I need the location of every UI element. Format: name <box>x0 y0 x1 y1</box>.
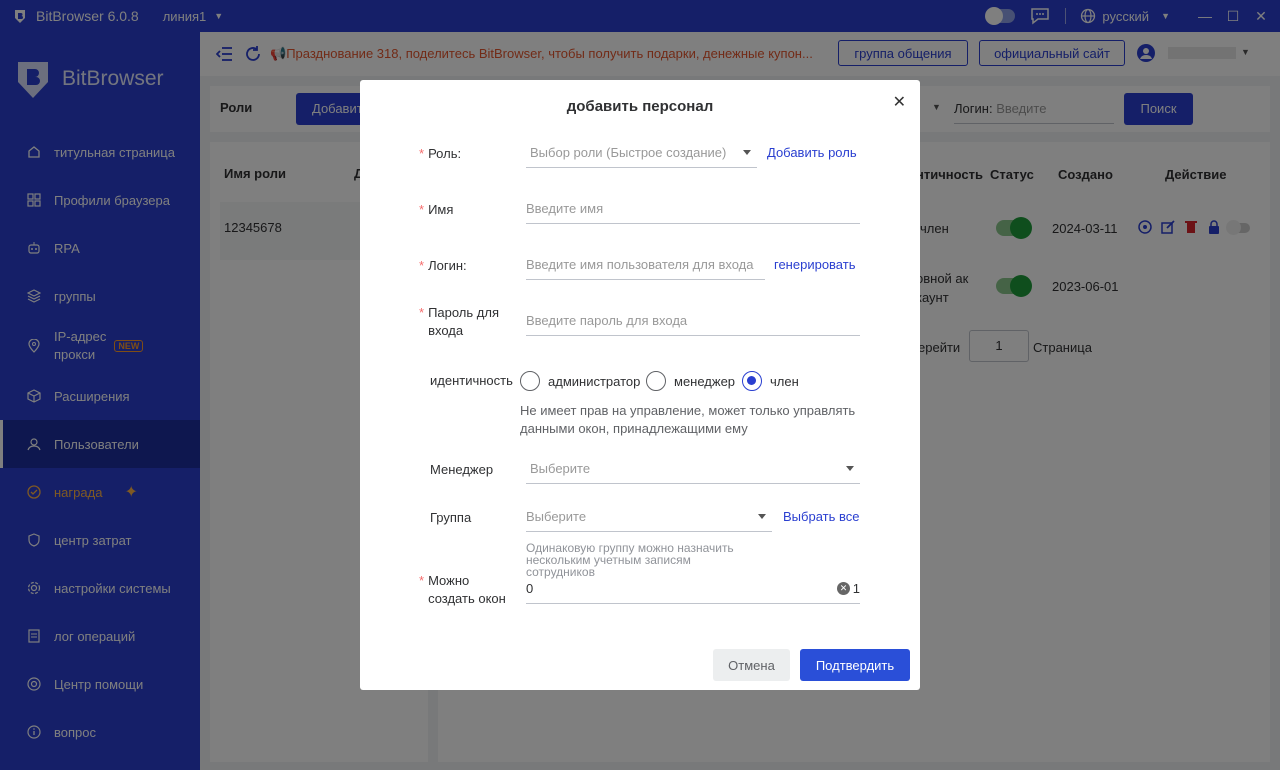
radio-label: член <box>770 373 799 389</box>
dialog-title: добавить персонал <box>566 98 714 115</box>
role-label-text: Роль: <box>428 146 462 161</box>
group-select[interactable]: Выберите <box>526 502 772 532</box>
name-label-text: Имя <box>428 202 454 217</box>
name-input[interactable]: Введите имя <box>526 194 860 224</box>
windows-count-input[interactable]: 0 ✕ 1 <box>526 574 860 604</box>
generate-link[interactable]: генерировать <box>774 257 855 272</box>
identity-label: идентичность <box>430 373 513 388</box>
add-role-link[interactable]: Добавить роль <box>767 145 857 160</box>
role-label: * Роль: <box>419 146 462 161</box>
manager-label: Менеджер <box>430 462 494 477</box>
password-placeholder: Введите пароль для входа <box>526 313 688 328</box>
password-input[interactable]: Введите пароль для входа <box>526 306 860 336</box>
group-hint: Одинаковую группу можно назначить нескол… <box>526 541 734 579</box>
windows-label: * Можно создать окон <box>419 573 506 606</box>
chevron-down-icon <box>758 514 766 519</box>
role-placeholder: Выбор роли (Быстрое создание) <box>530 145 727 160</box>
windows-label-text: Можно создать окон <box>428 573 506 606</box>
password-label-text: Пароль для входа <box>428 305 499 338</box>
role-select[interactable]: Выбор роли (Быстрое создание) <box>526 138 757 168</box>
clear-icon[interactable]: ✕ <box>837 582 850 595</box>
login-placeholder: Введите имя пользователя для входа <box>526 257 754 272</box>
radio-circle <box>520 371 540 391</box>
login-input[interactable]: Введите имя пользователя для входа <box>526 250 765 280</box>
windows-suffix: 1 <box>852 581 860 596</box>
radio-label: администратор <box>548 373 641 389</box>
chevron-down-icon <box>743 150 751 155</box>
name-label: * Имя <box>419 202 454 217</box>
login-label: * Логин: <box>419 258 467 273</box>
group-label: Группа <box>430 510 472 525</box>
identity-radio-manager[interactable]: менеджер <box>646 371 735 391</box>
close-icon[interactable]: ✕ <box>893 92 906 112</box>
group-placeholder: Выберите <box>526 509 587 524</box>
identity-hint: Не имеет прав на управление, может тольк… <box>520 403 856 436</box>
name-placeholder: Введите имя <box>526 201 604 216</box>
manager-placeholder: Выберите <box>530 461 591 476</box>
login-label-text: Логин: <box>428 258 467 273</box>
manager-select[interactable]: Выберите <box>526 454 860 484</box>
select-all-link[interactable]: Выбрать все <box>783 509 859 524</box>
identity-radio-member[interactable]: член <box>742 371 799 391</box>
password-label: * Пароль для входа <box>419 305 499 338</box>
radio-circle-selected <box>742 371 762 391</box>
radio-circle <box>646 371 666 391</box>
cancel-button[interactable]: Отмена <box>713 649 790 681</box>
windows-count-value: 0 <box>526 581 534 596</box>
identity-radio-admin[interactable]: администратор <box>520 371 640 391</box>
radio-label: менеджер <box>674 373 736 389</box>
chevron-down-icon <box>846 466 854 471</box>
confirm-button[interactable]: Подтвердить <box>800 649 910 681</box>
add-staff-dialog: добавить персонал ✕ * Роль: Выбор роли (Б… <box>360 80 920 690</box>
